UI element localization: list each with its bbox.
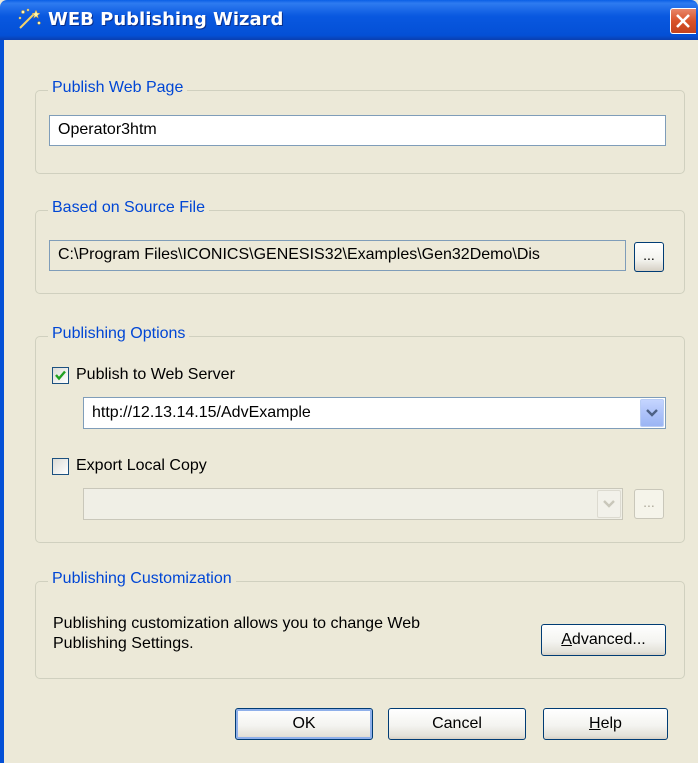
source-file-browse-button[interactable]: ... [634, 242, 664, 272]
export-local-copy-label[interactable]: Export Local Copy [76, 457, 207, 475]
publishing-options-legend: Publishing Options [48, 325, 190, 343]
wizard-dialog: WEB Publishing Wizard Publish Web Page O… [0, 0, 698, 763]
help-label: elp [600, 715, 622, 732]
advanced-accesskey: A [561, 631, 572, 648]
customization-description-line2: Publishing Settings. [53, 635, 194, 652]
title-bar[interactable]: WEB Publishing Wizard [0, 0, 698, 40]
checkmark-icon [55, 370, 66, 381]
close-button[interactable] [670, 8, 696, 34]
chevron-down-icon [646, 409, 658, 417]
web-server-url-combo[interactable]: http://12.13.14.15/AdvExample [83, 397, 666, 429]
customization-description-line1: Publishing customization allows you to c… [53, 615, 421, 632]
customization-description: Publishing customization allows you to c… [53, 614, 420, 654]
wizard-wand-icon [18, 8, 41, 29]
local-copy-browse-button[interactable]: ... [634, 489, 664, 519]
close-icon [676, 14, 690, 28]
web-server-url-value: http://12.13.14.15/AdvExample [92, 404, 311, 421]
help-button[interactable]: Help [543, 708, 668, 740]
ok-button[interactable]: OK [235, 708, 373, 740]
window-border [0, 40, 4, 763]
web-server-dropdown-button[interactable] [640, 399, 664, 427]
source-file-legend: Based on Source File [48, 199, 209, 217]
publish-to-server-label[interactable]: Publish to Web Server [76, 366, 235, 384]
local-copy-dropdown-button[interactable] [597, 490, 621, 518]
publishing-customization-legend: Publishing Customization [48, 570, 236, 588]
source-file-path-field[interactable]: C:\Program Files\ICONICS\GENESIS32\Examp… [49, 240, 626, 271]
cancel-button[interactable]: Cancel [388, 708, 526, 740]
local-copy-path-combo[interactable] [83, 488, 623, 520]
window-title: WEB Publishing Wizard [48, 9, 284, 30]
advanced-label: dvanced... [571, 631, 646, 648]
help-accesskey: H [589, 715, 601, 732]
chevron-down-icon [603, 500, 615, 508]
publish-to-server-checkbox[interactable] [52, 367, 69, 384]
export-local-copy-checkbox[interactable] [52, 458, 69, 475]
web-page-name-input[interactable]: Operator3htm [49, 115, 666, 146]
advanced-button[interactable]: Advanced... [541, 624, 666, 656]
publish-web-page-legend: Publish Web Page [48, 79, 188, 97]
